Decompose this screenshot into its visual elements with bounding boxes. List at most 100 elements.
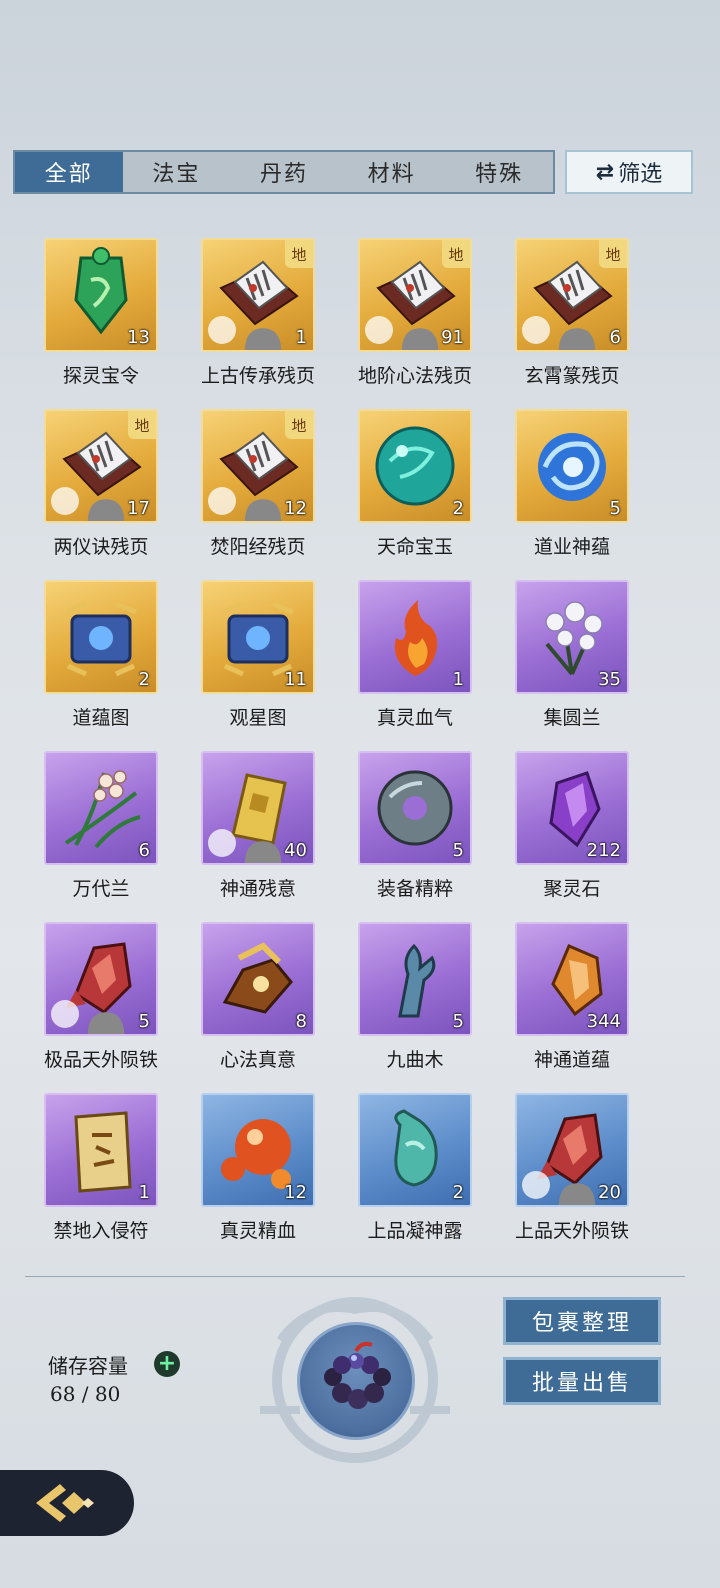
item-card[interactable]: 地 17 — [44, 409, 158, 523]
inventory-item[interactable]: 212 聚灵石 — [489, 751, 644, 911]
item-name: 天命宝玉 — [376, 536, 453, 558]
inventory-item[interactable]: 地 12 焚阳经残页 — [175, 409, 330, 569]
divider — [25, 1276, 685, 1277]
inventory-item[interactable]: 20 上品天外陨铁 — [489, 1093, 644, 1253]
inventory-item[interactable]: 40 神通残意 — [175, 751, 330, 911]
grade-badge: 地 — [285, 240, 313, 268]
item-card[interactable]: 1 — [358, 580, 472, 694]
back-button[interactable] — [0, 1470, 134, 1536]
item-name: 禁地入侵符 — [53, 1220, 149, 1242]
item-count: 6 — [138, 840, 150, 861]
item-card[interactable]: 地 12 — [201, 409, 315, 523]
tab-treasure[interactable]: 法宝 — [123, 152, 231, 192]
inventory-item[interactable]: 11 观星图 — [175, 580, 330, 740]
inventory-item[interactable]: 1 禁地入侵符 — [18, 1093, 173, 1253]
item-count: 91 — [441, 327, 464, 348]
item-name: 万代兰 — [72, 878, 130, 900]
item-count: 1 — [295, 327, 307, 348]
item-count: 35 — [598, 669, 621, 690]
item-card[interactable]: 344 — [515, 922, 629, 1036]
item-card[interactable]: 地6 — [515, 238, 629, 352]
tab-pills[interactable]: 丹药 — [230, 152, 338, 192]
fragment-icon — [208, 829, 282, 863]
grade-badge: 地 — [599, 240, 627, 268]
item-card[interactable]: 2 — [44, 580, 158, 694]
inventory-item[interactable]: 2 道蕴图 — [18, 580, 173, 740]
item-name: 装备精粹 — [376, 878, 453, 900]
inventory-item[interactable]: 地 6 玄霄篆残页 — [489, 238, 644, 398]
item-card[interactable]: 地 91 — [358, 238, 472, 352]
tab-all[interactable]: 全部 — [15, 152, 123, 192]
item-name: 极品天外陨铁 — [43, 1049, 158, 1071]
tab-materials[interactable]: 材料 — [338, 152, 446, 192]
item-card[interactable]: 20 — [515, 1093, 629, 1207]
item-card[interactable]: 40 — [201, 751, 315, 865]
item-count: 344 — [586, 1011, 621, 1032]
fragment-icon — [522, 316, 596, 350]
inventory-item[interactable]: 6 万代兰 — [18, 751, 173, 911]
item-name: 聚灵石 — [543, 878, 601, 900]
inventory-item[interactable]: 2 上品凝神露 — [332, 1093, 487, 1253]
item-card[interactable]: 12 — [201, 1093, 315, 1207]
item-name: 集圆兰 — [543, 707, 601, 729]
inventory-item[interactable]: 12 真灵精血 — [175, 1093, 330, 1253]
inventory-item[interactable]: 5 极品天外陨铁 — [18, 922, 173, 1082]
inventory-item[interactable]: 13 探灵宝令 — [18, 238, 173, 398]
item-name: 玄霄篆残页 — [524, 365, 620, 387]
inventory-item[interactable]: 5 九曲木 — [332, 922, 487, 1082]
organize-bag-button[interactable]: 包裹整理 — [503, 1297, 661, 1345]
item-card[interactable]: 6 — [44, 751, 158, 865]
item-name: 道蕴图 — [72, 707, 130, 729]
item-card[interactable]: 5 — [44, 922, 158, 1036]
item-card[interactable]: 5 — [358, 751, 472, 865]
item-name: 观星图 — [229, 707, 287, 729]
bag-button[interactable] — [297, 1322, 415, 1440]
item-name: 两仪诀残页 — [53, 536, 149, 558]
filter-button[interactable]: ⇄ 筛选 — [565, 150, 693, 194]
fragment-icon — [51, 487, 125, 521]
filter-label: 筛选 — [618, 162, 663, 187]
tab-special[interactable]: 特殊 — [445, 152, 553, 192]
item-name: 探灵宝令 — [62, 365, 139, 387]
item-card[interactable]: 212 — [515, 751, 629, 865]
item-card[interactable]: 35 — [515, 580, 629, 694]
item-card[interactable]: 5 — [515, 409, 629, 523]
inventory-item[interactable]: 35 集圆兰 — [489, 580, 644, 740]
expand-storage-button[interactable]: + — [154, 1351, 180, 1377]
item-count: 5 — [452, 1011, 464, 1032]
inventory-item[interactable]: 地 17 两仪诀残页 — [18, 409, 173, 569]
item-name: 九曲木 — [386, 1049, 444, 1071]
item-card[interactable]: 13 — [44, 238, 158, 352]
fragment-icon — [51, 1000, 125, 1034]
item-count: 20 — [598, 1182, 621, 1203]
item-count: 12 — [284, 498, 307, 519]
item-count: 13 — [127, 327, 150, 348]
item-count: 12 — [284, 1182, 307, 1203]
item-card[interactable]: 8 — [201, 922, 315, 1036]
item-card[interactable]: 2 — [358, 409, 472, 523]
item-name: 焚阳经残页 — [210, 536, 306, 558]
item-card[interactable]: 2 — [358, 1093, 472, 1207]
storage-label: 储存容量 — [48, 1354, 128, 1378]
item-count: 8 — [295, 1011, 307, 1032]
item-card[interactable]: 5 — [358, 922, 472, 1036]
inventory-item[interactable]: 5 道业神蕴 — [489, 409, 644, 569]
item-count: 1 — [452, 669, 464, 690]
inventory-item[interactable]: 地 91 地阶心法残页 — [332, 238, 487, 398]
inventory-item[interactable]: 8 心法真意 — [175, 922, 330, 1082]
item-name: 心法真意 — [219, 1049, 296, 1071]
item-card[interactable]: 地1 — [201, 238, 315, 352]
item-name: 神通道蕴 — [533, 1049, 610, 1071]
item-name: 神通残意 — [219, 878, 296, 900]
item-name: 真灵精血 — [219, 1220, 296, 1242]
inventory-item[interactable]: 1 真灵血气 — [332, 580, 487, 740]
item-card[interactable]: 1 — [44, 1093, 158, 1207]
bulk-sell-button[interactable]: 批量出售 — [503, 1357, 661, 1405]
storage-value: 68 / 80 — [50, 1382, 121, 1406]
item-card[interactable]: 11 — [201, 580, 315, 694]
inventory-item[interactable]: 地 1 上古传承残页 — [175, 238, 330, 398]
inventory-item[interactable]: 2 天命宝玉 — [332, 409, 487, 569]
inventory-item[interactable]: 5 装备精粹 — [332, 751, 487, 911]
inventory-item[interactable]: 344 神通道蕴 — [489, 922, 644, 1082]
item-name: 地阶心法残页 — [357, 365, 472, 387]
